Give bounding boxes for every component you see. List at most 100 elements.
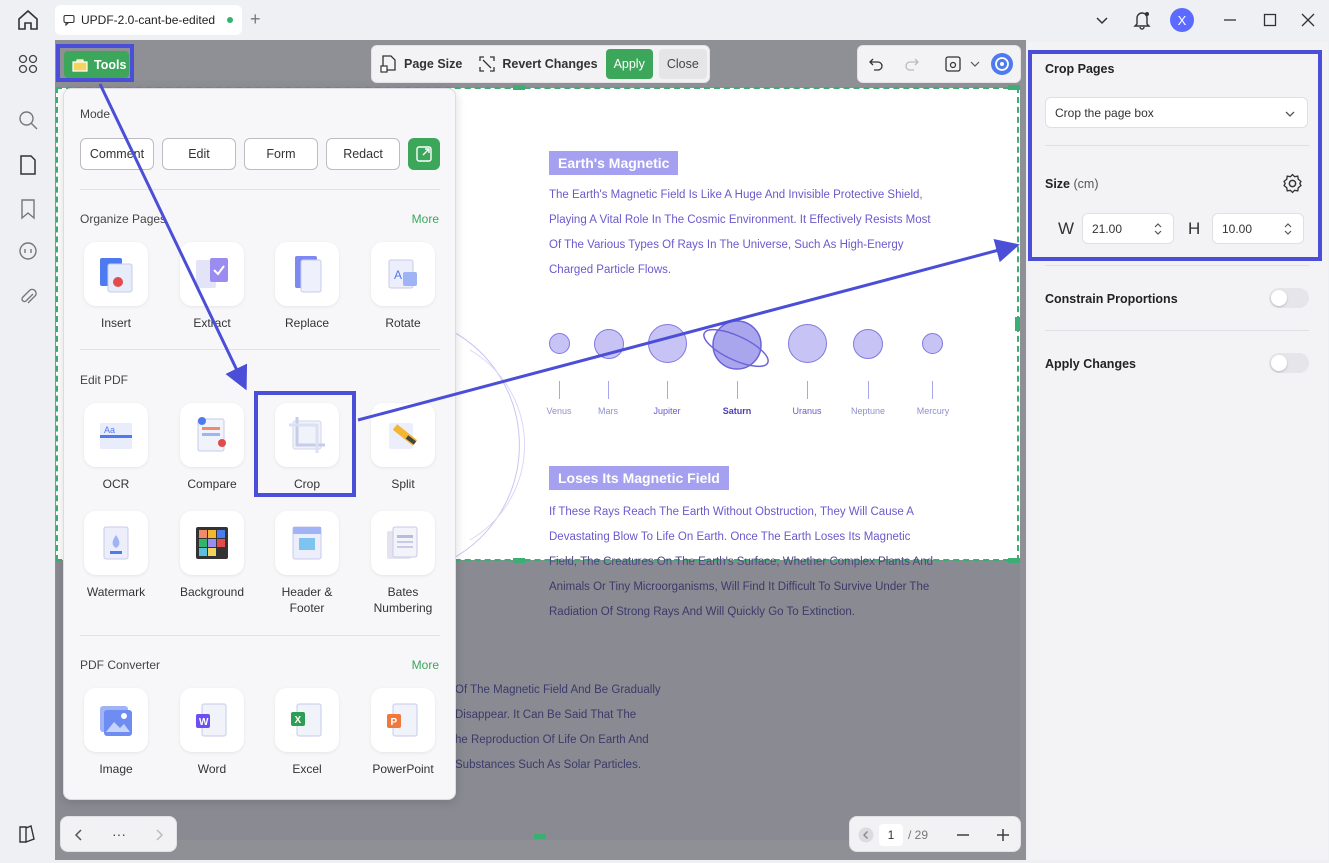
crop-handle-top[interactable]: [513, 85, 525, 90]
planet-tick: [932, 381, 933, 399]
header-footer-label-line1: Header &: [281, 585, 333, 599]
chevron-down-icon[interactable]: [1092, 8, 1112, 32]
converter-more-link[interactable]: More: [412, 658, 439, 672]
organize-more-link[interactable]: More: [412, 212, 439, 226]
watermark-label: Watermark: [86, 585, 146, 599]
paragraph-line: The Earth's Magnetic Field Is Like A Hug…: [549, 189, 923, 201]
crop-handle-bottom-right[interactable]: [1008, 558, 1020, 563]
constrain-proportions-toggle[interactable]: [1269, 288, 1309, 308]
header-footer-tool[interactable]: [275, 511, 339, 575]
save-icon[interactable]: [944, 55, 962, 73]
layers-icon[interactable]: [17, 823, 39, 845]
mode-form-button[interactable]: Form: [244, 138, 318, 170]
apply-changes-label: Apply Changes: [1045, 357, 1136, 371]
zoom-out-icon[interactable]: [956, 828, 970, 842]
ocr-icon: Aa: [100, 423, 132, 449]
pages-icon[interactable]: [17, 154, 39, 176]
previous-page-icon[interactable]: [858, 827, 874, 843]
background-tool[interactable]: [180, 511, 244, 575]
bates-numbering-label: Bates Numbering: [355, 584, 451, 616]
home-icon[interactable]: [16, 9, 40, 31]
page-size-icon: [380, 55, 396, 73]
planet-label: Mars: [598, 406, 618, 416]
avatar[interactable]: X: [1170, 8, 1194, 32]
bottom-nav-right: 1 / 29: [849, 816, 1021, 852]
zoom-in-icon[interactable]: [996, 828, 1010, 842]
planet-mars: [594, 329, 624, 359]
ai-assistant-icon[interactable]: [990, 52, 1014, 76]
paragraph-1: The Earth's Magnetic Field Is Like A Hug…: [549, 183, 969, 283]
paragraph-line: Animals Or Tiny Microorganisms, Will Fin…: [549, 581, 930, 593]
crop-handle-top-right[interactable]: [1008, 85, 1020, 90]
image-converter-tool[interactable]: [84, 688, 148, 752]
paragraph-line: Of The Magnetic Field And Be Gradually: [455, 684, 661, 696]
compare-label: Compare: [187, 477, 237, 491]
bates-numbering-tool[interactable]: [371, 511, 435, 575]
planet-label: Saturn: [722, 406, 752, 416]
ocr-label: OCR: [102, 477, 130, 491]
chevron-right-icon[interactable]: [153, 828, 165, 842]
powerpoint-converter-tool[interactable]: P: [371, 688, 435, 752]
apply-button[interactable]: Apply: [605, 49, 653, 79]
ocr-tool[interactable]: Aa: [84, 403, 148, 467]
paragraph-line: Devastating Blow To Life On Earth. Once …: [549, 531, 911, 543]
revert-changes-button[interactable]: Revert Changes: [470, 55, 605, 73]
apps-grid-icon[interactable]: [17, 53, 39, 75]
split-label: Split: [391, 477, 415, 491]
add-tab-button[interactable]: +: [250, 10, 261, 28]
background-icon: [196, 527, 228, 559]
search-icon[interactable]: [17, 109, 39, 131]
mode-comment-button[interactable]: Comment: [80, 138, 154, 170]
watermark-tool[interactable]: [84, 511, 148, 575]
planet-jupiter: [648, 324, 687, 363]
rotate-tool[interactable]: A: [371, 242, 435, 306]
notification-bell-icon[interactable]: [1131, 8, 1153, 32]
close-button[interactable]: Close: [658, 49, 707, 79]
chevron-down-icon[interactable]: [970, 60, 980, 68]
minimize-icon[interactable]: [1220, 8, 1240, 32]
compare-tool[interactable]: [180, 403, 244, 467]
open-external-button[interactable]: [408, 138, 440, 170]
more-pages-button[interactable]: ···: [112, 826, 126, 842]
revert-icon: [479, 56, 496, 72]
split-tool[interactable]: [371, 403, 435, 467]
replace-tool[interactable]: [275, 242, 339, 306]
mode-redact-button[interactable]: Redact: [326, 138, 400, 170]
crop-handle-right[interactable]: [1015, 317, 1020, 331]
word-converter-tool[interactable]: W: [180, 688, 244, 752]
planet-label: Mercury: [916, 406, 950, 416]
powerpoint-label: PowerPoint: [372, 762, 434, 776]
edit-pdf-title: Edit PDF: [80, 373, 129, 387]
close-window-icon[interactable]: [1298, 8, 1318, 32]
planet-label: Neptune: [850, 406, 886, 416]
excel-converter-tool[interactable]: X: [275, 688, 339, 752]
heading-loses-magnetic-field: Loses Its Magnetic Field: [549, 466, 729, 490]
history-toolbar: [857, 45, 1021, 83]
crop-handle-page-bottom[interactable]: [534, 834, 546, 839]
mode-edit-button[interactable]: Edit: [162, 138, 236, 170]
chevron-left-icon[interactable]: [73, 828, 85, 842]
bookmark-icon[interactable]: [17, 198, 39, 220]
attachment-icon[interactable]: [17, 286, 39, 308]
extract-tool[interactable]: [180, 242, 244, 306]
page-size-button[interactable]: Page Size: [372, 55, 470, 73]
planet-tick: [807, 381, 808, 399]
page-number-input[interactable]: 1: [879, 824, 903, 846]
excel-label: Excel: [292, 762, 322, 776]
highlight-box-crop: [254, 391, 356, 497]
excel-icon: X: [291, 703, 322, 737]
insert-icon: [100, 258, 133, 293]
divider: [80, 635, 440, 636]
heading-earths-magnetic: Earth's Magnetic: [549, 151, 679, 175]
document-tab[interactable]: UPDF-2.0-cant-be-edited: [55, 5, 242, 35]
title-bar: UPDF-2.0-cant-be-edited + X: [0, 0, 1329, 40]
undo-icon[interactable]: [868, 56, 884, 72]
insert-tool[interactable]: [84, 242, 148, 306]
user-avatar[interactable]: X: [1170, 8, 1194, 32]
paragraph-line: Substances Such As Solar Particles.: [455, 759, 642, 771]
comments-icon[interactable]: [17, 241, 39, 263]
maximize-icon[interactable]: [1260, 8, 1280, 32]
redo-icon[interactable]: [904, 56, 920, 72]
apply-changes-toggle[interactable]: [1269, 353, 1309, 373]
background-label: Background: [179, 585, 245, 599]
